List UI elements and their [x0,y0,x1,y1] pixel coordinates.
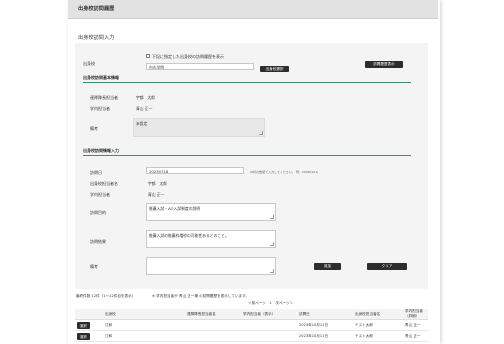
clear-button[interactable]: クリア [367,263,407,270]
visit-info-heading: 出身校訪問情報入力 [83,148,119,153]
row-school: 江和 [103,330,185,342]
visit-date-hint: (8桁の数値で入力してください。 例：20080101) [250,170,319,174]
purpose-textarea[interactable]: 推薦入試・AO入試制度の説明 [146,203,276,221]
result-text: 推薦入試の推薦枠増枠の可能性あるとのこと。 [149,233,229,238]
row-visitor: テスト太郎 [353,319,403,331]
result-label: 訪問結果 [90,239,106,244]
column-header: 連隊隊長担当者名 [185,309,241,320]
detail-note-label: 備考 [90,264,98,269]
row-visitor: テスト太郎 [353,330,403,342]
row-select-button[interactable]: 選択 [77,332,90,340]
visit-date-label: 訪問日 [90,170,102,175]
history-table-wrapper: 出身校 連隊隊長担当者名 学内担当者（表示） 訪問日 出身校担当者名 学内担当者… [75,309,428,344]
resize-grip-icon[interactable] [270,242,274,246]
result-textarea[interactable]: 推薦入試の推薦枠増枠の可能性あるとのこと。 [146,230,276,248]
basic-note-text: 未設定 [136,121,148,126]
row-internal [241,330,297,342]
section-title: 出身校訪問入力 [78,35,115,41]
row-staff: 青山 正一 [403,330,428,342]
row-staff: 青山 正一 [403,319,428,331]
row-officer [185,319,241,331]
history-table: 出身校 連隊隊長担当者名 学内担当者（表示） 訪問日 出身校担当者名 学内担当者… [75,309,428,342]
detail-note-textarea[interactable] [146,257,276,275]
register-button[interactable]: 追加 [314,263,341,270]
officer-label: 連隊隊長担当者 [90,95,118,100]
page-header [68,0,438,19]
row-school: 江和 [103,319,185,331]
internal-staff-value: 青山 正一 [136,106,153,111]
table-row: 選択 江和 2023年10月11日 テスト太郎 青山 正一 [75,319,428,331]
school-select-button[interactable]: 出身校選択 [260,66,289,72]
history-table-header: 出身校 連隊隊長担当者名 学内担当者（表示） 訪問日 出身校担当者名 学内担当者… [75,309,428,320]
history-display-button[interactable]: 訪問履歴表示 [365,61,403,68]
row-date: 2023年10月11日 [297,319,353,331]
basic-note-readonly: 未設定 [133,118,265,137]
column-header [75,309,103,320]
basic-info-divider [83,82,411,83]
page-title: 出身校訪問履歴 [78,6,115,12]
row-select-button[interactable]: 選択 [77,321,90,329]
history-filter-checkbox-label: 下記に指定した出身校の訪問履歴を表示 [152,54,224,59]
purpose-label: 訪問目的 [90,210,106,215]
resize-grip-icon[interactable] [270,215,274,219]
history-filter-checkbox[interactable] [146,54,150,58]
officer-value: 宇都 太郎 [136,95,155,100]
column-header: 学内担当者（表示） [241,309,297,320]
visit-info-divider [83,155,411,156]
column-header: 学内担当者（詳細） [403,309,428,320]
visitor-label: 出身校担当者名 [90,181,118,186]
basic-info-heading: 出身校訪問基本情報 [83,75,119,80]
staff-label: 学内担当者 [90,192,110,197]
row-officer [185,330,241,342]
resize-grip-icon[interactable] [270,269,274,273]
resize-grip-icon [259,131,263,135]
school-name-field[interactable]: 内丸学院 [146,63,254,70]
input-panel [75,43,428,289]
visit-date-input[interactable]: 20230718 [146,167,244,174]
history-count: 最終件数 12件（1～12件目を表示） [76,294,136,298]
purpose-text: 推薦入試・AO入試制度の説明 [149,206,201,211]
column-header: 出身校担当者名 [353,309,403,320]
column-header: 出身校 [103,309,185,320]
table-row: 選択 江和 2023年10月11日 テスト太郎 青山 正一 [75,330,428,342]
row-internal [241,319,297,331]
history-condition: ※ 学内担当者が 青山 正一様 の訪問履歴を表示しています。 [152,294,249,298]
history-pager[interactable]: ＜前ページ 1 次ページ＞ [248,301,293,306]
school-label: 出身校 [83,61,95,66]
row-date: 2023年10月11日 [297,330,353,342]
visitor-value: 宇都 太郎 [148,181,167,186]
staff-value: 青山 正一 [148,192,165,197]
internal-staff-label: 学内担当者 [90,106,110,111]
basic-note-label: 備考 [90,126,98,131]
column-header: 訪問日 [297,309,353,320]
